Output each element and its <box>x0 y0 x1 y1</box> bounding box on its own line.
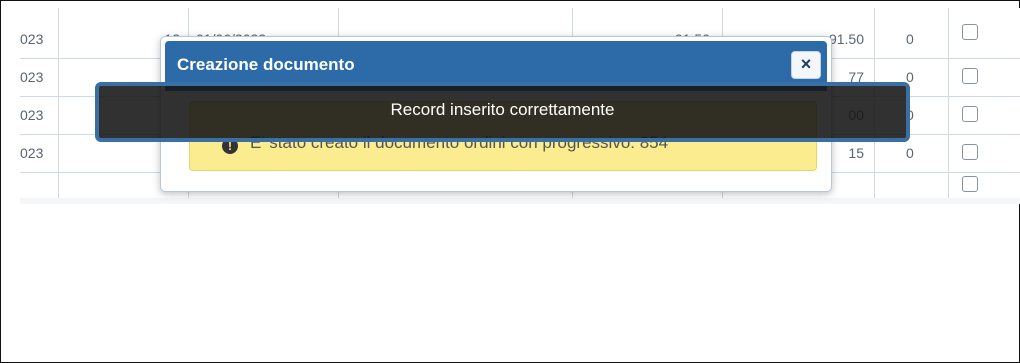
close-button[interactable]: × <box>791 51 821 79</box>
row-checkbox[interactable] <box>962 68 978 84</box>
row-checkbox[interactable] <box>962 176 978 192</box>
cell-count: 0 <box>906 31 914 47</box>
cell-year: 023 <box>20 31 44 47</box>
success-toast[interactable]: Record inserito correttamente <box>95 82 910 142</box>
close-icon: × <box>800 54 812 74</box>
cell-year: 023 <box>20 145 44 161</box>
table-bottom-edge <box>20 198 1020 204</box>
cell-year: 023 <box>20 69 44 85</box>
toast-message: Record inserito correttamente <box>390 100 615 119</box>
modal-title: Creazione documento <box>177 55 355 74</box>
row-checkbox[interactable] <box>962 106 978 122</box>
row-checkbox[interactable] <box>962 24 978 40</box>
row-checkbox[interactable] <box>962 144 978 160</box>
cell-year: 023 <box>20 107 44 123</box>
